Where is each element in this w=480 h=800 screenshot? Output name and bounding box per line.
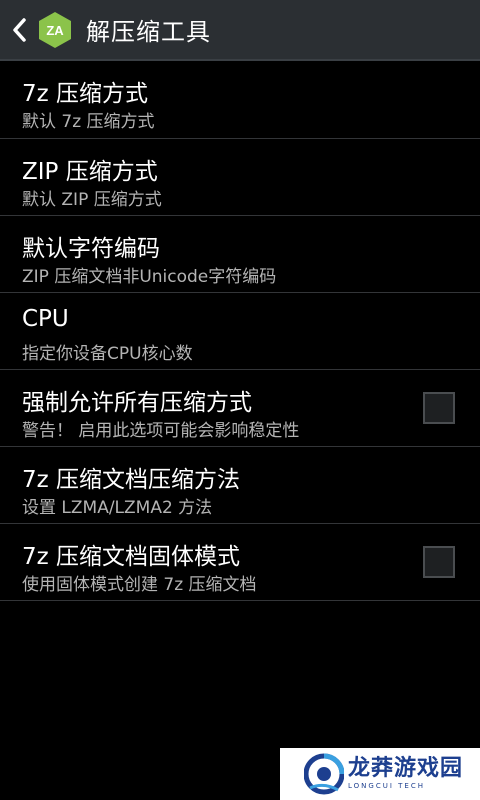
pref-title: 7z 压缩文档固体模式 <box>22 544 241 570</box>
pref-title: CPU <box>22 306 69 332</box>
pref-7z-archive-method[interactable]: 7z 压缩文档压缩方法 设置 LZMA/LZMA2 方法 <box>0 447 480 524</box>
pref-7z-solid-mode[interactable]: 7z 压缩文档固体模式 使用固体模式创建 7z 压缩文档 <box>0 524 480 601</box>
pref-title: 7z 压缩方式 <box>22 81 149 107</box>
watermark-badge: 龙莽游戏园 LONGCUI TECH <box>280 748 480 800</box>
pref-summary: 默认 7z 压缩方式 <box>22 112 155 132</box>
pref-default-charset[interactable]: 默认字符编码 ZIP 压缩文档非Unicode字符编码 <box>0 216 480 293</box>
app-logo-icon[interactable]: ZA <box>38 10 72 50</box>
action-bar: ZA 解压缩工具 <box>0 0 480 61</box>
pref-force-all-compression[interactable]: 强制允许所有压缩方式 警告！ 启用此选项可能会影响稳定性 <box>0 370 480 447</box>
pref-title: 默认字符编码 <box>22 236 160 262</box>
pref-summary: 设置 LZMA/LZMA2 方法 <box>22 498 213 518</box>
solid-mode-checkbox[interactable] <box>423 546 455 578</box>
pref-zip-compression-mode[interactable]: ZIP 压缩方式 默认 ZIP 压缩方式 <box>0 139 480 216</box>
pref-summary: 警告！ 启用此选项可能会影响稳定性 <box>22 421 300 441</box>
watermark-logo-icon <box>304 753 344 795</box>
svg-text:ZA: ZA <box>46 23 64 38</box>
pref-summary: 指定你设备CPU核心数 <box>22 344 193 364</box>
pref-title: 强制允许所有压缩方式 <box>22 390 252 416</box>
pref-summary: 默认 ZIP 压缩方式 <box>22 190 162 210</box>
page-title: 解压缩工具 <box>86 18 211 46</box>
back-arrow-icon[interactable] <box>4 10 34 50</box>
pref-title: ZIP 压缩方式 <box>22 159 158 185</box>
force-all-compression-checkbox[interactable] <box>423 392 455 424</box>
watermark-name: 龙莽游戏园 <box>348 756 464 781</box>
settings-list: 7z 压缩方式 默认 7z 压缩方式 ZIP 压缩方式 默认 ZIP 压缩方式 … <box>0 61 480 601</box>
pref-cpu-cores[interactable]: CPU 指定你设备CPU核心数 <box>0 293 480 370</box>
pref-title: 7z 压缩文档压缩方法 <box>22 467 241 493</box>
pref-7z-compression-mode[interactable]: 7z 压缩方式 默认 7z 压缩方式 <box>0 61 480 139</box>
pref-summary: 使用固体模式创建 7z 压缩文档 <box>22 575 257 595</box>
watermark-subtitle: LONGCUI TECH <box>348 782 425 790</box>
pref-summary: ZIP 压缩文档非Unicode字符编码 <box>22 267 277 287</box>
